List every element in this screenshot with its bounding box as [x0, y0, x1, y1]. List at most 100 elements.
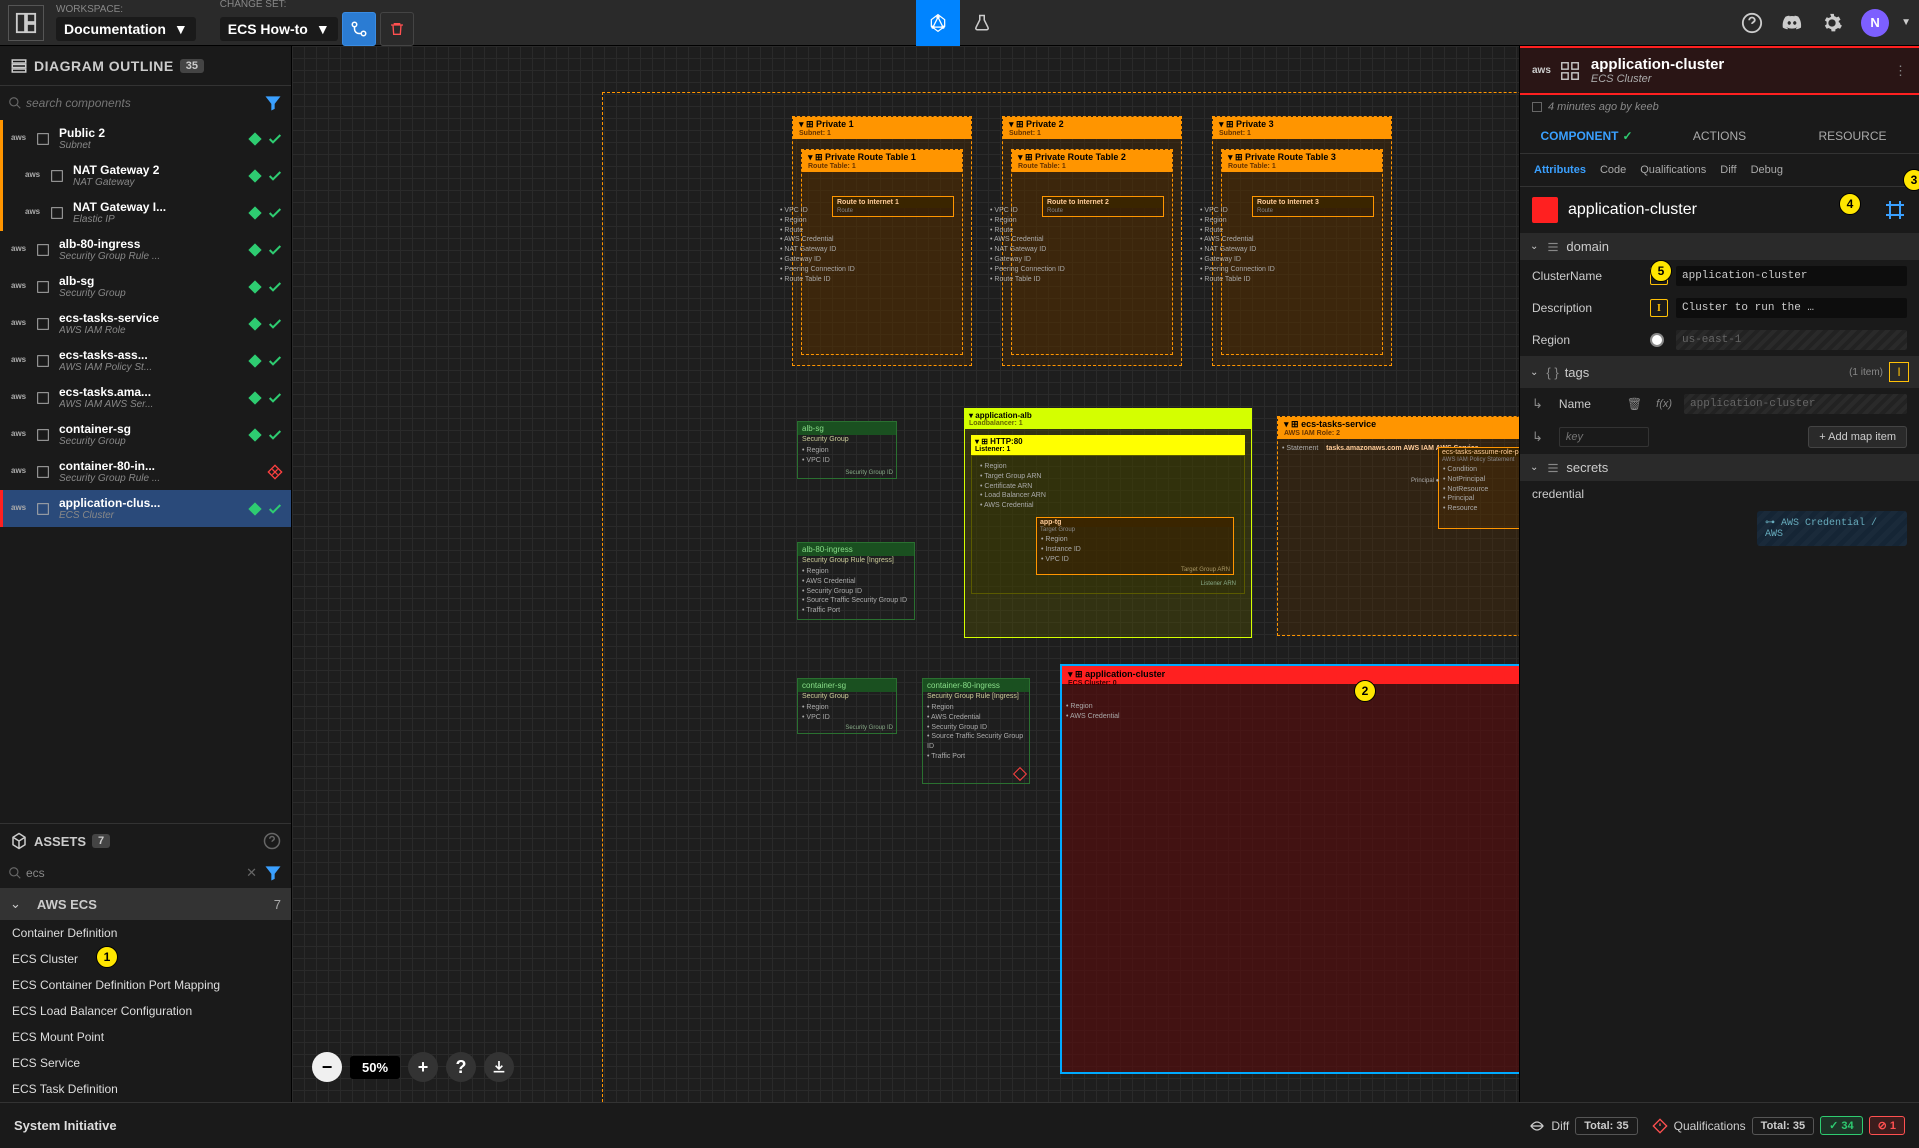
outline-item[interactable]: Public 2Subnet [0, 120, 291, 157]
alb-sg-node[interactable]: alb-sg Security Group RegionVPC ID Secur… [797, 421, 897, 479]
component-name-input[interactable] [1568, 201, 1873, 219]
diagram-outline-header: DIAGRAM OUTLINE 35 [0, 46, 291, 86]
filter-icon[interactable] [263, 863, 283, 883]
assets-search-input[interactable] [22, 862, 246, 884]
outline-item[interactable]: NAT Gateway I...Elastic IP [0, 194, 291, 231]
subnet-node[interactable]: ▾ ⊞ Private 2Subnet: 1▾ ⊞ Private Route … [1002, 116, 1182, 366]
ok-icon [247, 501, 263, 517]
aws-icon [11, 133, 29, 145]
outline-item[interactable]: alb-sgSecurity Group [0, 268, 291, 305]
canvas[interactable]: ▾ ⊞ Private 1Subnet: 1▾ ⊞ Private Route … [292, 46, 1519, 1102]
help-icon[interactable] [263, 832, 281, 850]
asset-item[interactable]: Container Definition [0, 920, 291, 946]
asset-group-header[interactable]: ⌄ AWS ECS 7 [0, 888, 291, 920]
diagram-view-button[interactable] [916, 0, 960, 46]
tab-resource[interactable]: RESOURCE [1786, 119, 1919, 153]
container-sg-node[interactable]: container-sg Security Group RegionVPC ID… [797, 678, 897, 734]
zoom-in-button[interactable]: + [408, 1052, 438, 1082]
route-node[interactable]: Route to Internet 2RouteVPC IDRegionRout… [1042, 196, 1164, 217]
application-alb-node[interactable]: ▾ application-albLoadbalancer: 1 ▾ ⊞ HTT… [964, 408, 1252, 638]
asset-item[interactable]: ECS Task Definition [0, 1076, 291, 1102]
text-icon[interactable]: I [1650, 299, 1668, 317]
clear-icon[interactable]: ✕ [246, 865, 257, 881]
error-icon [1652, 1118, 1668, 1134]
help-icon[interactable] [1741, 12, 1763, 34]
lab-view-button[interactable] [960, 0, 1004, 46]
asset-item[interactable]: ECS Load Balancer Configuration [0, 998, 291, 1024]
download-button[interactable] [484, 1052, 514, 1082]
route-table-node[interactable]: ▾ ⊞ Private Route Table 3Route Table: 1R… [1221, 149, 1383, 355]
canvas-help-button[interactable]: ? [446, 1052, 476, 1082]
route-node[interactable]: Route to Internet 3RouteVPC IDRegionRout… [1252, 196, 1374, 217]
ok-icon [247, 316, 263, 332]
prop-value[interactable]: application-cluster [1676, 266, 1907, 286]
color-swatch[interactable] [1532, 197, 1558, 223]
workspace-dropdown[interactable]: Documentation▼ [56, 17, 196, 41]
component-icon [35, 353, 51, 369]
outline-item[interactable]: container-80-in...Security Group Rule ..… [0, 453, 291, 490]
subnet-node[interactable]: ▾ ⊞ Private 3Subnet: 1▾ ⊞ Private Route … [1212, 116, 1392, 366]
subnet-node[interactable]: ▾ ⊞ Private 1Subnet: 1▾ ⊞ Private Route … [792, 116, 972, 366]
filter-icon[interactable] [263, 93, 283, 113]
zoom-out-button[interactable]: − [312, 1052, 342, 1082]
subtab-code[interactable]: Code [1600, 164, 1626, 176]
component-icon [35, 464, 51, 480]
prop-value[interactable]: Cluster to run the … [1676, 298, 1907, 318]
application-cluster-node[interactable]: ▾ ⊞ application-cluster ECS Cluster: 0 R… [1060, 664, 1519, 1074]
route-table-node[interactable]: ▾ ⊞ Private Route Table 1Route Table: 1R… [801, 149, 963, 355]
add-map-item-button[interactable]: + Add map item [1808, 426, 1907, 448]
edit-icon[interactable]: I [1889, 362, 1909, 382]
asset-item[interactable]: ECS Container Definition Port Mapping [0, 972, 291, 998]
more-menu-icon[interactable]: ⋮ [1894, 63, 1907, 79]
secrets-section-header[interactable]: ⌄ secrets [1520, 454, 1919, 481]
list-icon [1546, 461, 1560, 475]
socket-icon[interactable] [1650, 333, 1664, 347]
subtab-debug[interactable]: Debug [1751, 164, 1783, 176]
subtab-diff[interactable]: Diff [1720, 164, 1736, 176]
asset-item[interactable]: ECS Service [0, 1050, 291, 1076]
settings-icon[interactable] [1821, 12, 1843, 34]
tab-actions[interactable]: ACTIONS [1653, 119, 1786, 153]
tag-key-input[interactable] [1559, 427, 1649, 447]
expand-icon[interactable] [1883, 198, 1907, 222]
tab-component[interactable]: COMPONENT✓ [1520, 119, 1653, 153]
http-listener[interactable]: ▾ ⊞ HTTP:80Listener: 1 [971, 435, 1245, 455]
route-node[interactable]: Route to Internet 1RouteVPC IDRegionRout… [832, 196, 954, 217]
outline-item[interactable]: ecs-tasks-serviceAWS IAM Role [0, 305, 291, 342]
marker-4: 4 [1839, 193, 1861, 215]
subtab-attributes[interactable]: Attributes [1534, 164, 1586, 176]
qualifications-status[interactable]: Qualifications Total: 35 ✓ 34 ⊘ 1 [1652, 1116, 1905, 1135]
app-tg-node[interactable]: app-tg Target Group RegionInstance IDVPC… [1036, 517, 1234, 575]
user-menu[interactable]: N ▼ [1861, 9, 1911, 37]
domain-section-header[interactable]: ⌄ domain [1520, 233, 1919, 260]
zoom-display: 50% [350, 1056, 400, 1079]
discord-icon[interactable] [1781, 12, 1803, 34]
fx-icon[interactable]: f(x) [1656, 398, 1672, 410]
outline-item[interactable]: ecs-tasks.ama...AWS IAM AWS Ser... [0, 379, 291, 416]
tags-section-header[interactable]: ⌄ { } tags (1 item) I [1520, 356, 1919, 388]
merge-button[interactable] [342, 12, 376, 46]
container-80-ingress-node[interactable]: container-80-ingress Security Group Rule… [922, 678, 1030, 784]
changeset-dropdown[interactable]: ECS How-to▼ [220, 17, 338, 41]
subtab-qualifications[interactable]: Qualifications [1640, 164, 1706, 176]
check-icon [267, 168, 283, 184]
top-right-controls: N ▼ [1741, 9, 1911, 37]
diff-status[interactable]: Diff Total: 35 [1529, 1117, 1637, 1135]
outline-item[interactable]: ecs-tasks-ass...AWS IAM Policy St... [0, 342, 291, 379]
route-table-node[interactable]: ▾ ⊞ Private Route Table 2Route Table: 1R… [1011, 149, 1173, 355]
trash-icon[interactable]: 🗑 [1627, 397, 1642, 411]
ecs-tasks-service-node[interactable]: ▾ ⊞ ecs-tasks-serviceAWS IAM Role: 2 • S… [1277, 416, 1519, 636]
alb-80-ingress-node[interactable]: alb-80-ingress Security Group Rule [Ingr… [797, 542, 915, 620]
outline-item[interactable]: container-sgSecurity Group [0, 416, 291, 453]
outline-search-input[interactable] [22, 92, 263, 114]
outline-item[interactable]: application-clus...ECS Cluster [0, 490, 291, 527]
delete-button[interactable] [380, 12, 414, 46]
outline-item[interactable]: alb-80-ingressSecurity Group Rule ... [0, 231, 291, 268]
check-icon [267, 390, 283, 406]
outline-icon [10, 57, 28, 75]
asset-item[interactable]: ECS Cluster1 [0, 946, 291, 972]
outline-item[interactable]: NAT Gateway 2NAT Gateway [0, 157, 291, 194]
app-logo[interactable] [8, 5, 44, 41]
credential-value[interactable]: ⊶ AWS Credential / AWS [1757, 511, 1907, 546]
asset-item[interactable]: ECS Mount Point [0, 1024, 291, 1050]
